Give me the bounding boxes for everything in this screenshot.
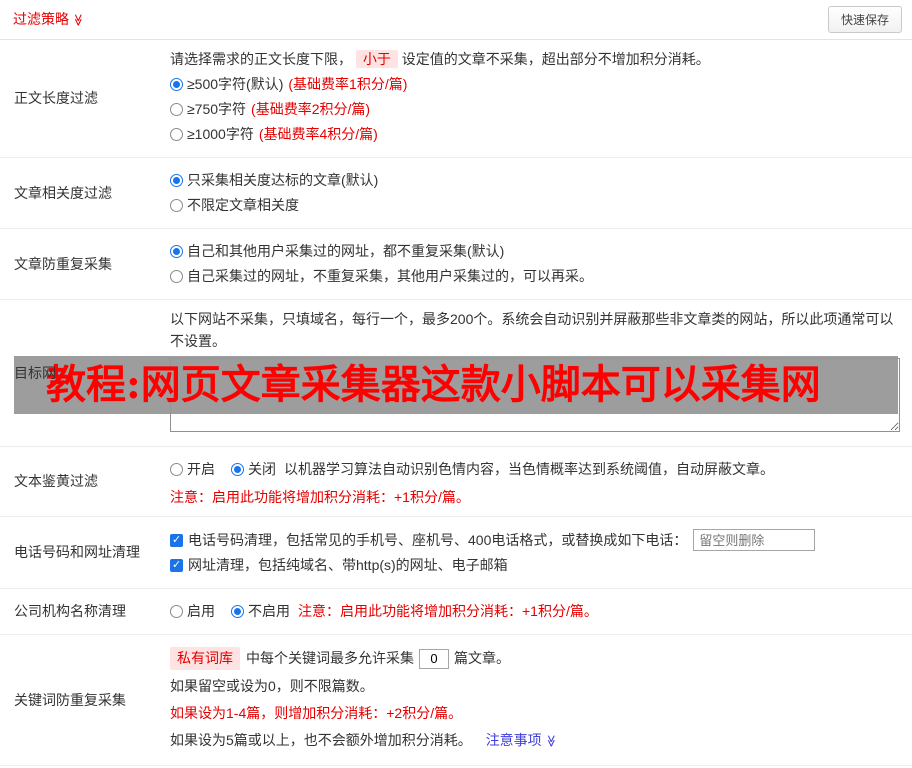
notice-link[interactable]: 注意事项 ≫ [486, 732, 558, 748]
radio-icon[interactable] [170, 128, 183, 141]
option-label: 自己采集过的网址，不重复采集，其他用户采集过的，可以再采。 [187, 268, 593, 284]
radio-icon[interactable] [170, 463, 183, 476]
relevance-option-any[interactable]: 不限定文章相关度 [170, 195, 900, 216]
filter-strategy-toggle[interactable]: 过滤策略 ≫ [13, 9, 85, 30]
radio-icon[interactable] [231, 463, 244, 476]
keyword-count-input[interactable] [419, 648, 449, 669]
company-warning: 注意：启用此功能将增加积分消耗：+1积分/篇。 [298, 603, 598, 619]
top-toolbar: 过滤策略 ≫ 快速保存 [0, 0, 912, 40]
checkbox-icon[interactable] [170, 557, 183, 574]
option-label: ≥750字符 [187, 101, 247, 117]
section-dedup: 文章防重复采集 自己和其他用户采集过的网址，都不重复采集(默认) 自己采集过的网… [0, 229, 912, 300]
notice-link-label: 注意事项 [485, 732, 542, 748]
keyword-note-five-text: 如果设为5篇或以上，也不会额外增加积分消耗。 [170, 732, 472, 748]
option-note: (基础费率2积分/篇) [251, 101, 371, 117]
private-lexicon-badge: 私有词库 [170, 647, 240, 670]
section-porn-filter: 文本鉴黄过滤 开启 关闭 以机器学习算法自动识别色情内容，当色情概率达到系统阈值… [0, 447, 912, 517]
radio-icon[interactable] [231, 605, 244, 618]
length-option-1000[interactable]: ≥1000字符 (基础费率4积分/篇) [170, 124, 900, 145]
section-relevance: 文章相关度过滤 只采集相关度达标的文章(默认) 不限定文章相关度 [0, 158, 912, 229]
dedup-option-self[interactable]: 自己采集过的网址，不重复采集，其他用户采集过的，可以再采。 [170, 266, 900, 287]
keyword-note-five: 如果设为5篇或以上，也不会额外增加积分消耗。 注意事项 ≫ [170, 730, 900, 751]
keyword-note-cost: 如果设为1-4篇，则增加积分消耗：+2积分/篇。 [170, 705, 463, 721]
blacklist-desc: 以下网站不采集，只填域名，每行一个，最多200个。系统会自动识别并屏蔽那些非文章… [170, 311, 894, 349]
quick-save-button[interactable]: 快速保存 [827, 6, 902, 33]
radio-icon[interactable] [170, 103, 183, 116]
section-label: 文章防重复采集 [14, 255, 112, 272]
intro-post: 设定值的文章不采集，超出部分不增加积分消耗。 [401, 51, 710, 67]
section-label: 电话号码和网址清理 [14, 544, 140, 560]
option-note: (基础费率4积分/篇) [258, 126, 378, 142]
section-label: 文本鉴黄过滤 [14, 473, 98, 489]
radio-icon[interactable] [170, 174, 183, 187]
url-clean-label: 网址清理，包括纯域名、带http(s)的网址、电子邮箱 [188, 557, 508, 573]
dedup-option-global[interactable]: 自己和其他用户采集过的网址，都不重复采集(默认) [170, 241, 900, 262]
replacement-phone-input[interactable] [693, 529, 816, 551]
chevron-down-icon: ≫ [71, 13, 86, 27]
section-company-clean: 公司机构名称清理 启用 不启用 注意：启用此功能将增加积分消耗：+1积分/篇。 [0, 589, 912, 635]
option-label: 自己和其他用户采集过的网址，都不重复采集(默认) [187, 243, 505, 259]
company-option-off[interactable]: 不启用 [248, 601, 290, 622]
radio-icon[interactable] [170, 78, 183, 91]
radio-icon[interactable] [170, 199, 183, 212]
chevron-down-icon: ≫ [543, 734, 558, 748]
option-label: 只采集相关度达标的文章(默认) [187, 172, 379, 188]
section-label: 目标网 [14, 364, 56, 381]
phone-clean-item[interactable]: 电话号码清理，包括常见的手机号、座机号、400电话格式，或替换成如下电话： [170, 529, 900, 551]
radio-icon[interactable] [170, 270, 183, 283]
section-label: 文章相关度过滤 [14, 184, 112, 201]
section-phone-url-clean: 电话号码和网址清理 电话号码清理，包括常见的手机号、座机号、400电话格式，或替… [0, 517, 912, 589]
page-title: 过滤策略 [13, 11, 69, 27]
relevance-option-strict[interactable]: 只采集相关度达标的文章(默认) [170, 170, 900, 191]
radio-icon[interactable] [170, 245, 183, 258]
porn-option-off[interactable]: 关闭 [248, 459, 276, 480]
porn-desc: 以机器学习算法自动识别色情内容，当色情概率达到系统阈值，自动屏蔽文章。 [284, 461, 774, 477]
section-label: 公司机构名称清理 [14, 603, 126, 619]
option-label: 不限定文章相关度 [187, 197, 299, 213]
section-keyword-dedup: 关键词防重复采集 私有词库 中每个关键词最多允许采集 篇文章。 如果留空或设为0… [0, 635, 912, 766]
option-label: ≥1000字符 [187, 126, 254, 142]
section-text-length: 正文长度过滤 请选择需求的正文长度下限， 小于 设定值的文章不采集，超出部分不增… [0, 40, 912, 158]
length-intro: 请选择需求的正文长度下限， 小于 设定值的文章不采集，超出部分不增加积分消耗。 [170, 48, 900, 70]
radio-icon[interactable] [170, 605, 183, 618]
keyword-note-zero: 如果留空或设为0，则不限篇数。 [170, 678, 374, 694]
url-clean-item[interactable]: 网址清理，包括纯域名、带http(s)的网址、电子邮箱 [170, 555, 900, 576]
section-label: 关键词防重复采集 [14, 691, 126, 708]
porn-option-on[interactable]: 开启 [187, 459, 215, 480]
section-label: 正文长度过滤 [14, 90, 98, 106]
less-than-badge: 小于 [355, 50, 398, 68]
keyword-line1-suffix: 篇文章。 [454, 650, 510, 666]
intro-pre: 请选择需求的正文长度下限， [170, 51, 352, 67]
porn-warning: 注意：启用此功能将增加积分消耗：+1积分/篇。 [170, 489, 470, 505]
length-option-500[interactable]: ≥500字符(默认) (基础费率1积分/篇) [170, 74, 900, 95]
option-label: ≥500字符(默认) [187, 76, 284, 92]
checkbox-icon[interactable] [170, 532, 183, 548]
keyword-line1-text: 中每个关键词最多允许采集 [246, 650, 414, 666]
phone-clean-label: 电话号码清理，包括常见的手机号、座机号、400电话格式，或替换成如下电话： [188, 531, 688, 548]
option-note: (基础费率1积分/篇) [288, 76, 408, 92]
length-option-750[interactable]: ≥750字符 (基础费率2积分/篇) [170, 99, 900, 120]
company-option-on[interactable]: 启用 [187, 601, 215, 622]
